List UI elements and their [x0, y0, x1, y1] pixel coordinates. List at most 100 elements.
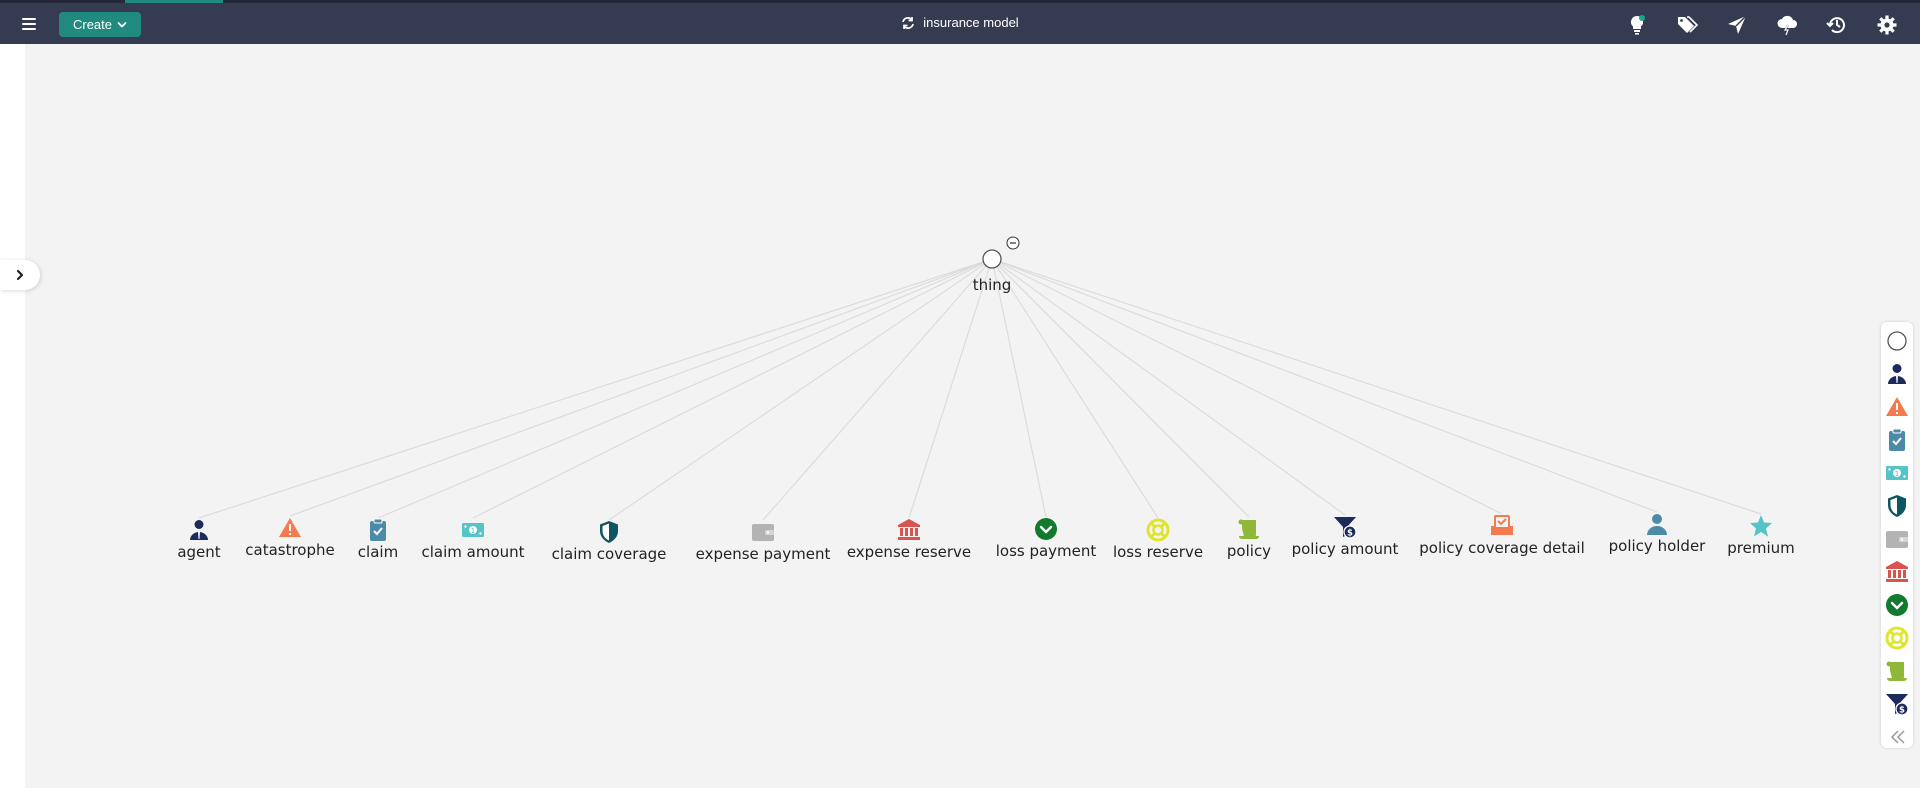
tags-icon[interactable]	[1676, 14, 1699, 36]
wallet-icon	[1886, 531, 1908, 548]
sync-icon[interactable]	[901, 16, 915, 30]
warning-icon	[1886, 397, 1908, 416]
money-bill-icon: 1	[1886, 466, 1908, 480]
check-circle-icon	[1886, 594, 1908, 616]
gear-icon[interactable]	[1876, 14, 1898, 36]
edge-loss-payment	[991, 258, 1047, 518]
funnel-dollar-icon[interactable]: $	[1334, 517, 1357, 539]
wallet-icon[interactable]	[752, 524, 774, 541]
node-label: expense reserve	[847, 543, 971, 561]
node-label: policy	[1227, 542, 1271, 560]
scroll-icon	[1886, 661, 1907, 681]
inbox-check-icon[interactable]	[1491, 515, 1513, 535]
lightbulb-icon[interactable]	[1626, 14, 1648, 36]
edge-expense-payment	[762, 258, 993, 521]
money-bill-icon[interactable]: 1	[462, 523, 484, 537]
palette-life-ring-icon[interactable]	[1885, 626, 1909, 650]
clipboard-check-icon[interactable]	[370, 518, 386, 541]
life-ring-icon	[1885, 626, 1909, 650]
edge-agent	[198, 258, 993, 519]
expand-sidebar-button[interactable]	[0, 260, 40, 290]
node-label: claim amount	[421, 543, 524, 561]
node-policy-coverage-detail[interactable]: policy coverage detail	[1419, 515, 1585, 557]
node-agent[interactable]: agent	[177, 520, 221, 561]
hamburger-menu-icon[interactable]	[20, 15, 38, 33]
node-expense-payment[interactable]: expense payment	[696, 524, 831, 563]
chevron-right-icon	[16, 269, 24, 281]
circle-icon	[1887, 331, 1907, 351]
life-ring-icon[interactable]	[1146, 518, 1170, 542]
agent-icon[interactable]	[190, 520, 208, 540]
node-policy-holder[interactable]: policy holder	[1609, 514, 1707, 555]
palette-clipboard-check-icon[interactable]	[1885, 428, 1909, 452]
node-label: expense payment	[696, 545, 831, 563]
edge-policy-amount	[991, 258, 1346, 516]
palette-wallet-icon[interactable]	[1885, 527, 1909, 551]
edge-policy-coverage-detail	[991, 258, 1503, 515]
create-button[interactable]: Create	[59, 12, 141, 37]
model-title: insurance model	[923, 15, 1019, 30]
node-label: catastrophe	[245, 541, 334, 559]
circle-icon[interactable]	[982, 249, 1002, 269]
node-claim[interactable]: claim	[358, 518, 398, 561]
top-bar: Create insurance model	[0, 0, 1920, 44]
node-policy-amount[interactable]: $policy amount	[1292, 517, 1399, 558]
edge-claim-amount	[472, 258, 993, 519]
funnel-dollar-icon: $	[1886, 694, 1909, 716]
node-label: policy holder	[1609, 537, 1707, 555]
palette-agent-icon[interactable]	[1885, 362, 1909, 386]
graph-canvas[interactable]: thing agent catastrophe claim 1 claim amount c…	[0, 0, 1920, 788]
edge-loss-reserve	[991, 258, 1159, 519]
node-loss-payment[interactable]: loss payment	[996, 518, 1097, 560]
collapse-node-icon[interactable]	[1006, 236, 1020, 250]
edge-expense-reserve	[908, 258, 993, 519]
node-claim-amount[interactable]: 1 claim amount	[421, 523, 525, 561]
send-icon[interactable]	[1726, 14, 1748, 36]
palette-warning-icon[interactable]	[1885, 395, 1909, 419]
palette-bank-icon[interactable]	[1885, 560, 1909, 584]
star-icon[interactable]	[1750, 515, 1772, 537]
warning-icon[interactable]	[279, 518, 301, 537]
node-premium[interactable]: premium	[1727, 515, 1795, 557]
scroll-icon[interactable]	[1238, 519, 1260, 540]
palette-funnel-dollar-icon[interactable]: $	[1885, 692, 1909, 716]
edge-claim	[377, 258, 993, 519]
agent-icon	[1888, 364, 1906, 384]
clipboard-check-icon	[1889, 428, 1905, 451]
edge-premium	[991, 258, 1762, 515]
node-policy[interactable]: policy	[1227, 519, 1271, 561]
svg-text:$: $	[1899, 706, 1905, 716]
svg-text:1: 1	[1895, 470, 1899, 478]
palette-scroll-icon[interactable]	[1885, 659, 1909, 683]
edge-catastrophe	[289, 258, 993, 517]
palette-check-circle-icon[interactable]	[1885, 593, 1909, 617]
cloud-lightning-icon[interactable]	[1776, 14, 1798, 36]
shield-icon[interactable]	[600, 521, 618, 543]
node-claim-coverage[interactable]: claim coverage	[552, 521, 667, 563]
palette-money-bill-icon[interactable]: 1	[1885, 461, 1909, 485]
palette-collapse-icon[interactable]	[1885, 725, 1909, 749]
node-type-palette: 1 $	[1881, 322, 1913, 748]
collapse-icon	[1890, 730, 1905, 744]
check-circle-icon[interactable]	[1035, 518, 1057, 540]
edges	[198, 258, 1762, 521]
svg-text:1: 1	[471, 527, 475, 535]
edge-policy	[991, 258, 1250, 518]
create-button-label: Create	[72, 17, 113, 32]
node-catastrophe[interactable]: catastrophe	[245, 518, 335, 559]
person-icon[interactable]	[1647, 514, 1667, 535]
node-expense-reserve[interactable]: expense reserve	[847, 519, 971, 561]
history-icon[interactable]	[1826, 14, 1848, 36]
palette-circle-icon[interactable]	[1885, 329, 1909, 353]
palette-shield-icon[interactable]	[1885, 494, 1909, 518]
node-label: premium	[1727, 539, 1795, 557]
node-label: policy coverage detail	[1419, 539, 1585, 557]
bank-icon[interactable]	[898, 519, 920, 540]
progress-indicator	[125, 0, 223, 3]
bank-icon	[1886, 561, 1908, 582]
left-sidebar	[0, 44, 25, 788]
node-label: agent	[177, 543, 220, 561]
node-label: loss reserve	[1113, 543, 1203, 561]
node-loss-reserve[interactable]: loss reserve	[1113, 518, 1203, 561]
chevron-down-icon	[117, 21, 127, 28]
